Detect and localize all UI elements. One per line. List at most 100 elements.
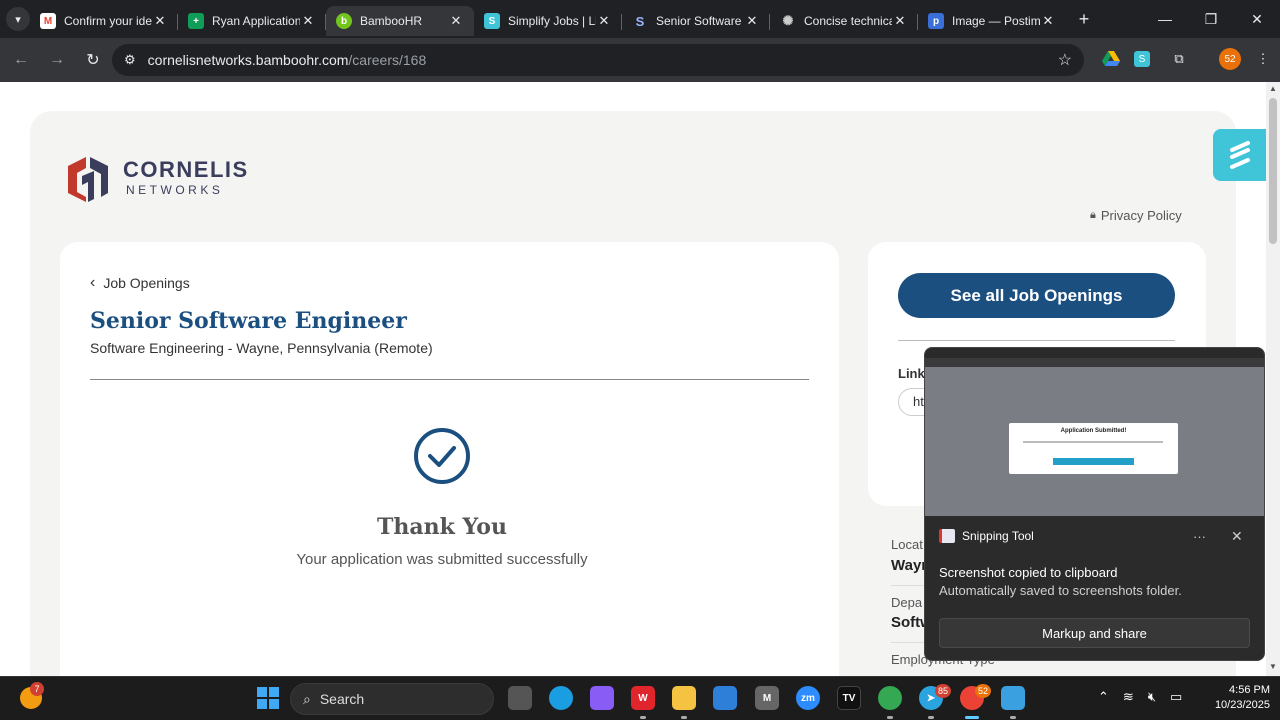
back-arrow-icon[interactable]: ← — [4, 43, 38, 77]
tab-sheets[interactable]: + Ryan Application ✕ — [178, 6, 326, 36]
scroll-down-icon[interactable]: ▼ — [1269, 662, 1277, 671]
postimg-icon: p — [928, 13, 944, 29]
close-icon[interactable]: ✕ — [300, 13, 316, 29]
tab-bamboohr[interactable]: b BambooHR ✕ — [326, 6, 474, 36]
weather-badge: 7 — [30, 682, 44, 696]
snipping-tool-icon — [939, 529, 955, 543]
tab-senior-software[interactable]: S Senior Software ✕ — [622, 6, 770, 36]
running-indicator — [965, 716, 979, 719]
notepad-icon[interactable] — [1001, 686, 1025, 710]
speaker-muted-icon[interactable]: 🔇︎ — [1148, 689, 1156, 705]
chevron-up-icon[interactable]: ⌃ — [1098, 689, 1109, 705]
wps-office-icon[interactable]: W — [631, 686, 655, 710]
logo-wordmark: CORNELIS — [123, 157, 249, 182]
tab-simplify[interactable]: S Simplify Jobs | Li ✕ — [474, 6, 622, 36]
task-view-icon[interactable] — [508, 686, 532, 710]
maximize-icon[interactable]: ❐ — [1188, 0, 1234, 38]
notification-body: Automatically saved to screenshots folde… — [939, 583, 1182, 598]
clock-time: 4:56 PM — [1229, 684, 1270, 696]
notification-header: Snipping Tool — [939, 529, 1034, 543]
privacy-policy-label: Privacy Policy — [1100, 208, 1182, 223]
system-tray: ⌃ ≋ 🔇︎ ▭ — [1098, 689, 1182, 705]
extensions-puzzle-icon[interactable]: ⧉ — [1168, 48, 1190, 70]
snipping-tool-notification[interactable]: Application Submitted! Snipping Tool ···… — [924, 347, 1265, 661]
address-bar[interactable]: ⚙ cornelisnetworks.bamboohr.com/careers/… — [112, 44, 1084, 76]
new-tab-button[interactable]: + — [1070, 9, 1098, 30]
close-window-icon[interactable]: ✕ — [1234, 0, 1280, 38]
tab-strip: ▾ M Confirm your ide ✕ + Ryan Applicatio… — [0, 0, 1280, 38]
scroll-up-icon[interactable]: ▲ — [1269, 84, 1277, 93]
running-indicator — [681, 716, 687, 719]
notification-title: Screenshot copied to clipboard — [939, 565, 1118, 580]
edge-icon[interactable] — [549, 686, 573, 710]
tradingview-icon[interactable]: TV — [837, 686, 861, 710]
page-scrollbar[interactable]: ▲ ▼ — [1266, 82, 1280, 676]
tab-search-button[interactable]: ▾ — [6, 7, 30, 31]
lock-icon: 🔒︎ — [1090, 209, 1096, 221]
see-all-job-openings-button[interactable]: See all Job Openings — [898, 273, 1175, 318]
notification-app-name: Snipping Tool — [962, 529, 1034, 543]
file-explorer-icon[interactable] — [672, 686, 696, 710]
close-icon[interactable]: ✕ — [744, 13, 760, 29]
google-drive-icon[interactable] — [1100, 48, 1122, 70]
running-indicator — [640, 716, 646, 719]
microsoft-store-icon[interactable] — [713, 686, 737, 710]
clock[interactable]: 4:56 PM 10/23/2025 — [1196, 683, 1270, 713]
chrome-badge: 52 — [975, 684, 991, 698]
window-controls: — ❐ ✕ — [1142, 0, 1280, 38]
wifi-icon[interactable]: ≋ — [1123, 689, 1134, 705]
copilot-icon[interactable] — [590, 686, 614, 710]
tab-title: Concise technica — [804, 14, 892, 28]
tab-gmail[interactable]: M Confirm your ide ✕ — [30, 6, 178, 36]
site-info-icon[interactable]: ⚙ — [124, 52, 136, 68]
more-options-icon[interactable]: ··· — [1193, 529, 1206, 544]
back-to-job-openings-link[interactable]: ‹ Job Openings — [90, 274, 190, 292]
windows-start-icon[interactable] — [257, 687, 279, 709]
search-icon: ⌕ — [303, 690, 311, 707]
simplify-icon: S — [484, 13, 500, 29]
close-icon[interactable]: ✕ — [1231, 528, 1243, 545]
s-logo-icon: S — [632, 13, 648, 29]
close-icon[interactable]: ✕ — [152, 13, 168, 29]
thumbnail-dialog: Application Submitted! — [1009, 423, 1178, 474]
tab-title: Image — Postim — [952, 14, 1040, 28]
reload-icon[interactable]: ↻ — [76, 43, 110, 77]
close-icon[interactable]: ✕ — [596, 13, 612, 29]
tab-title: BambooHR — [360, 14, 423, 28]
job-subtitle: Software Engineering - Wayne, Pennsylvan… — [90, 340, 433, 356]
gmail-icon: M — [40, 13, 56, 29]
menu-kebab-icon[interactable]: ⋮ — [1252, 48, 1274, 70]
markup-and-share-button[interactable]: Markup and share — [939, 618, 1250, 648]
screenshot-thumbnail[interactable]: Application Submitted! — [925, 348, 1264, 516]
telegram-badge: 85 — [935, 684, 951, 698]
logo-subtitle: NETWORKS — [126, 183, 224, 197]
bookmark-star-icon[interactable]: ☆ — [1058, 50, 1072, 70]
running-indicator — [887, 716, 893, 719]
close-icon[interactable]: ✕ — [448, 13, 464, 29]
openai-icon: ✺ — [780, 13, 796, 29]
tab-postimg[interactable]: p Image — Postim ✕ — [918, 6, 1066, 36]
forward-arrow-icon[interactable]: → — [40, 43, 74, 77]
taskbar-search[interactable]: ⌕ Search — [290, 683, 494, 715]
thumbnail-dialog-title: Application Submitted! — [1060, 428, 1127, 434]
minimize-icon[interactable]: — — [1142, 0, 1188, 38]
app-m-icon[interactable]: M — [755, 686, 779, 710]
tab-chatgpt[interactable]: ✺ Concise technica ✕ — [770, 6, 918, 36]
profile-avatar[interactable]: 52 — [1219, 48, 1241, 70]
scrollbar-thumb[interactable] — [1269, 98, 1277, 244]
simplify-extension-icon[interactable]: S — [1134, 51, 1150, 67]
tab-title: Confirm your ide — [64, 14, 152, 28]
taskbar: 7 ⌕ Search W M zm TV ➤ 85 52 ⌃ ≋ 🔇︎ ▭ 4:… — [0, 676, 1280, 720]
simplify-sidebar-toggle[interactable] — [1213, 129, 1266, 181]
privacy-policy-link[interactable]: 🔒︎ Privacy Policy — [1090, 208, 1182, 223]
battery-icon[interactable]: ▭ — [1170, 689, 1182, 705]
simplify-icon — [1229, 141, 1250, 169]
job-title: Senior Software Engineer — [90, 308, 407, 334]
close-icon[interactable]: ✕ — [892, 13, 908, 29]
tab-title: Ryan Application — [212, 14, 300, 28]
close-icon[interactable]: ✕ — [1040, 13, 1056, 29]
running-indicator — [1010, 716, 1016, 719]
tab-title: Senior Software — [656, 14, 742, 28]
chrome-icon[interactable] — [878, 686, 902, 710]
zoom-icon[interactable]: zm — [796, 686, 820, 710]
